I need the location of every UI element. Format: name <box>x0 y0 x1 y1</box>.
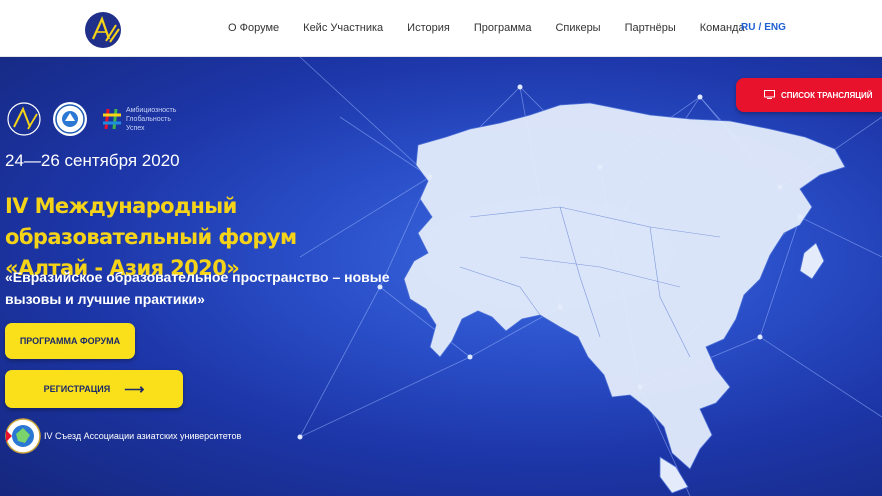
tagline-line: Глобальность <box>126 115 172 123</box>
program-button[interactable]: ПРОГРАММА ФОРУМА <box>5 323 135 359</box>
university-seal-icon <box>53 102 87 136</box>
nav-item-partners[interactable]: Партнёры <box>625 22 676 34</box>
partner-logos: Амбициозность Глобальность Успех <box>6 101 176 137</box>
tagline-line: Амбициозность <box>126 106 177 114</box>
eurasia-landmass <box>403 102 846 470</box>
congress-text: IV Съезд Ассоциации азиатских университе… <box>44 431 242 441</box>
stream-list-button[interactable]: СПИСОК ТРАНСЛЯЦИЙ <box>736 78 882 112</box>
nav-item-speakers[interactable]: Спикеры <box>555 22 600 34</box>
hero-banner: Амбициозность Глобальность Успех 24—26 с… <box>0 57 882 496</box>
tv-icon <box>764 90 775 99</box>
nav-item-history[interactable]: История <box>407 22 450 34</box>
nav-item-about[interactable]: О Форуме <box>228 22 279 34</box>
congress-link[interactable]: IV Съезд Ассоциации азиатских университе… <box>4 417 241 455</box>
lang-separator: / <box>758 22 762 33</box>
language-switcher: RU / ENG <box>741 22 786 33</box>
hashtag-icon <box>103 108 121 130</box>
forum-theme: «Евразийское образовательное пространств… <box>5 269 390 307</box>
stream-list-label: СПИСОК ТРАНСЛЯЦИЙ <box>781 90 873 100</box>
arrow-right-icon: ⟶ <box>124 380 145 397</box>
nav-item-team[interactable]: Команда <box>700 22 745 34</box>
forum-emblem-icon <box>7 102 41 136</box>
tagline-text: Амбициозность Глобальность Успех <box>126 106 176 133</box>
lang-ru-link[interactable]: RU <box>741 22 755 33</box>
top-navigation-bar: О Форуме Кейс Участника История Программ… <box>0 0 882 57</box>
tagline-block: Амбициозность Глобальность Успех <box>102 106 176 133</box>
program-button-label: ПРОГРАММА ФОРУМА <box>19 336 121 346</box>
forum-logo[interactable] <box>84 11 122 49</box>
lang-eng-link[interactable]: ENG <box>764 22 786 33</box>
event-dates: 24—26 сентября 2020 <box>5 151 180 170</box>
tagline-line: Успех <box>126 124 145 132</box>
nav-item-program[interactable]: Программа <box>474 22 532 34</box>
register-button-label: РЕГИСТРАЦИЯ <box>43 384 111 394</box>
asian-universities-association-icon <box>5 418 41 454</box>
main-navigation: О Форуме Кейс Участника История Программ… <box>228 22 769 34</box>
nav-item-participant-case[interactable]: Кейс Участника <box>303 22 383 34</box>
register-button[interactable]: РЕГИСТРАЦИЯ ⟶ <box>5 370 183 408</box>
